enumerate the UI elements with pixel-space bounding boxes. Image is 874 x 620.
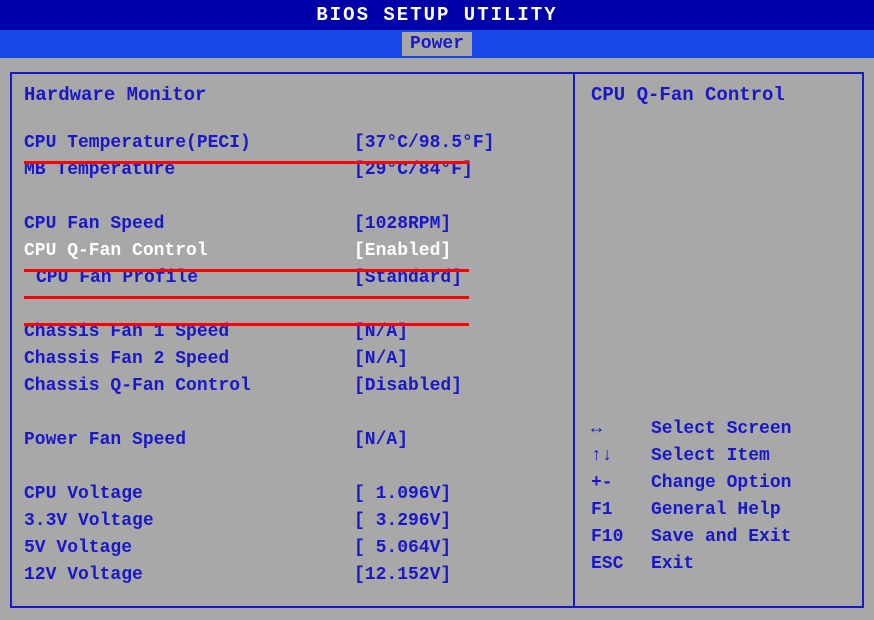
help-row: F10Save and Exit xyxy=(591,524,850,551)
setting-row[interactable]: 5V Voltage[ 5.064V] xyxy=(24,535,561,562)
right-panel-title: CPU Q-Fan Control xyxy=(591,84,850,106)
setting-row[interactable]: CPU Temperature(PECI)[37°C/98.5°F] xyxy=(24,130,561,157)
setting-row[interactable]: Chassis Fan 2 Speed[N/A] xyxy=(24,346,561,373)
setting-label: Chassis Q-Fan Control xyxy=(24,373,354,400)
setting-value: [ 3.296V] xyxy=(354,508,451,535)
right-panel: CPU Q-Fan Control ↔Select Screen↑↓Select… xyxy=(575,72,864,608)
help-key: ↑↓ xyxy=(591,443,651,470)
setting-label: Chassis Fan 2 Speed xyxy=(24,346,354,373)
tab-power[interactable]: Power xyxy=(402,32,472,56)
setting-label: CPU Q-Fan Control xyxy=(24,238,354,265)
setting-value: [ 5.064V] xyxy=(354,535,451,562)
help-desc: Select Screen xyxy=(651,416,791,443)
setting-label: 12V Voltage xyxy=(24,562,354,589)
highlight-line-3 xyxy=(24,296,469,299)
help-desc: Save and Exit xyxy=(651,524,791,551)
help-row: +-Change Option xyxy=(591,470,850,497)
help-desc: Change Option xyxy=(651,470,791,497)
help-key: ↔ xyxy=(591,416,651,443)
setting-row[interactable]: 12V Voltage[12.152V] xyxy=(24,562,561,589)
setting-row[interactable]: CPU Voltage[ 1.096V] xyxy=(24,481,561,508)
highlight-line-1 xyxy=(24,161,469,164)
panels-container: Hardware Monitor CPU Temperature(PECI)[3… xyxy=(0,58,874,618)
row-spacer xyxy=(24,454,561,481)
setting-label: Power Fan Speed xyxy=(24,427,354,454)
highlight-line-4 xyxy=(24,323,469,326)
left-panel: Hardware Monitor CPU Temperature(PECI)[3… xyxy=(10,72,575,608)
setting-value: [Enabled] xyxy=(354,238,451,265)
help-key: F1 xyxy=(591,497,651,524)
setting-value: [N/A] xyxy=(354,427,408,454)
help-row: ESCExit xyxy=(591,551,850,578)
setting-label: 3.3V Voltage xyxy=(24,508,354,535)
setting-value: [ 1.096V] xyxy=(354,481,451,508)
row-spacer xyxy=(24,400,561,427)
help-row: ↔Select Screen xyxy=(591,416,850,443)
help-list: ↔Select Screen↑↓Select Item+-Change Opti… xyxy=(591,416,850,578)
highlight-line-2 xyxy=(24,269,469,272)
setting-row[interactable]: CPU Fan Speed[1028RPM] xyxy=(24,211,561,238)
help-row: F1General Help xyxy=(591,497,850,524)
row-spacer xyxy=(24,184,561,211)
help-desc: Select Item xyxy=(651,443,770,470)
bios-header: BIOS SETUP UTILITY xyxy=(0,0,874,30)
help-desc: General Help xyxy=(651,497,781,524)
setting-row[interactable]: Power Fan Speed[N/A] xyxy=(24,427,561,454)
setting-label: CPU Temperature(PECI) xyxy=(24,130,354,157)
help-row: ↑↓Select Item xyxy=(591,443,850,470)
help-key: F10 xyxy=(591,524,651,551)
setting-row[interactable]: CPU Q-Fan Control[Enabled] xyxy=(24,238,561,265)
setting-value: [N/A] xyxy=(354,346,408,373)
left-panel-title: Hardware Monitor xyxy=(24,84,561,106)
help-key: +- xyxy=(591,470,651,497)
bios-title: BIOS SETUP UTILITY xyxy=(316,4,557,26)
tab-power-label: Power xyxy=(410,34,464,54)
help-key: ESC xyxy=(591,551,651,578)
help-desc: Exit xyxy=(651,551,694,578)
setting-value: [37°C/98.5°F] xyxy=(354,130,494,157)
setting-label: 5V Voltage xyxy=(24,535,354,562)
setting-row[interactable]: 3.3V Voltage[ 3.296V] xyxy=(24,508,561,535)
setting-label: CPU Voltage xyxy=(24,481,354,508)
setting-label: CPU Fan Speed xyxy=(24,211,354,238)
tab-bar: Power xyxy=(0,30,874,58)
setting-row[interactable]: Chassis Q-Fan Control[Disabled] xyxy=(24,373,561,400)
setting-value: [Disabled] xyxy=(354,373,462,400)
setting-value: [12.152V] xyxy=(354,562,451,589)
setting-value: [1028RPM] xyxy=(354,211,451,238)
